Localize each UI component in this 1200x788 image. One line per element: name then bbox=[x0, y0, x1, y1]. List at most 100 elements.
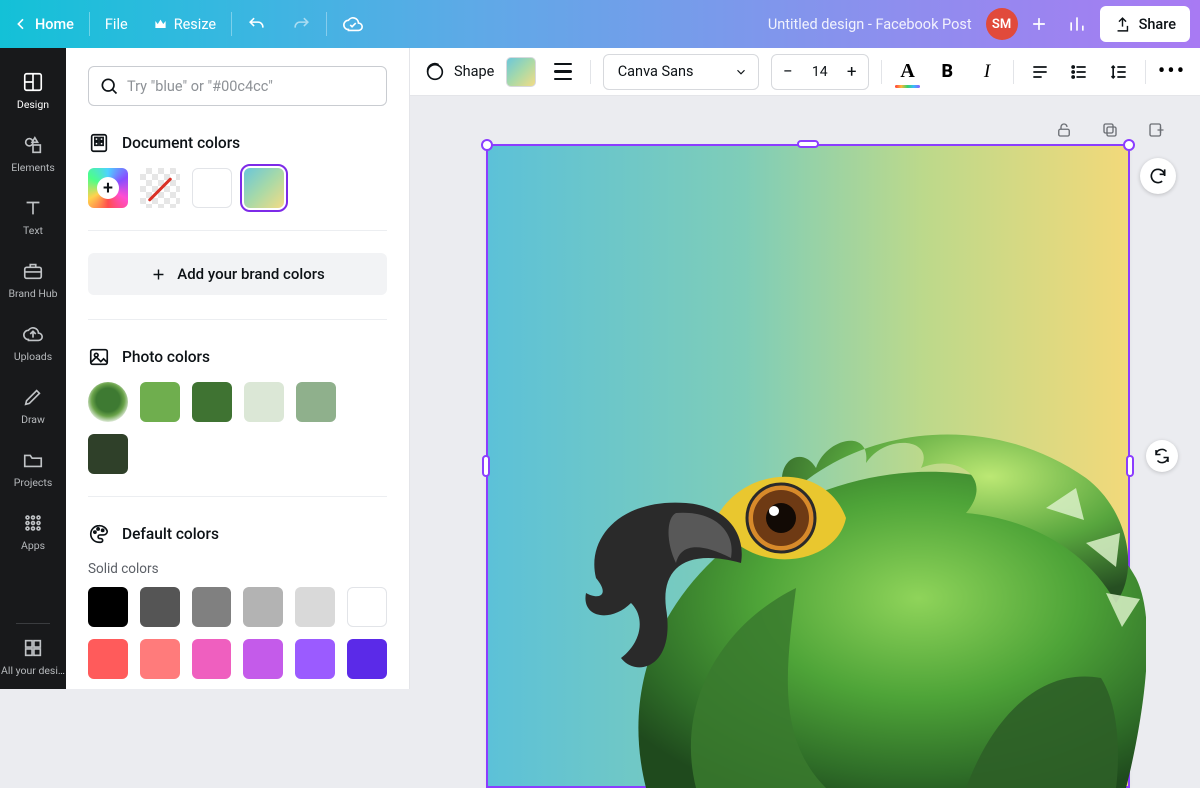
add-member-button[interactable] bbox=[1020, 5, 1058, 43]
home-button[interactable]: Home bbox=[0, 0, 87, 48]
lock-icon bbox=[1055, 121, 1073, 139]
swatch[interactable] bbox=[243, 639, 283, 679]
rail-apps[interactable]: Apps bbox=[0, 501, 66, 564]
rail-all-designs[interactable]: All your desi… bbox=[0, 626, 66, 689]
divider bbox=[590, 60, 591, 84]
divider bbox=[881, 60, 882, 84]
rail-draw[interactable]: Draw bbox=[0, 375, 66, 438]
pencil-icon bbox=[22, 386, 44, 408]
resize-handle-ne[interactable] bbox=[1123, 139, 1135, 151]
resize-handle-w[interactable] bbox=[482, 455, 490, 477]
section-default-colors: Default colors bbox=[88, 523, 387, 545]
avatar[interactable]: SM bbox=[986, 8, 1018, 40]
rail-elements[interactable]: Elements bbox=[0, 123, 66, 186]
swatch[interactable] bbox=[347, 587, 387, 627]
fill-color-swatch[interactable] bbox=[506, 57, 536, 87]
palette-board-icon bbox=[88, 132, 110, 154]
palette-icon bbox=[88, 523, 110, 545]
swatch[interactable] bbox=[243, 587, 283, 627]
upload-icon bbox=[1114, 16, 1131, 33]
photo-swatches-row bbox=[88, 382, 387, 474]
swatch-transparent[interactable] bbox=[140, 168, 180, 208]
color-search[interactable] bbox=[88, 66, 387, 106]
spacing-icon bbox=[1109, 62, 1129, 82]
cloud-status[interactable] bbox=[329, 0, 377, 48]
rail-text[interactable]: Text bbox=[0, 186, 66, 249]
chevron-left-icon bbox=[13, 16, 29, 32]
apps-icon bbox=[22, 512, 44, 534]
add-page-button[interactable] bbox=[1142, 116, 1170, 144]
chevron-down-icon bbox=[734, 65, 748, 79]
add-color-swatch[interactable]: + bbox=[88, 168, 128, 208]
swatch[interactable] bbox=[244, 382, 284, 422]
page-plus-icon bbox=[1147, 121, 1165, 139]
swatch[interactable] bbox=[192, 587, 232, 627]
document-name[interactable]: Untitled design - Facebook Post bbox=[768, 16, 986, 33]
divider bbox=[88, 230, 387, 231]
swatch-gradient[interactable] bbox=[244, 168, 284, 208]
align-button[interactable] bbox=[1026, 58, 1054, 86]
grid-icon bbox=[22, 637, 44, 659]
sync-button[interactable] bbox=[1146, 440, 1178, 472]
crown-icon bbox=[154, 18, 167, 31]
list-button[interactable] bbox=[1066, 58, 1094, 86]
divider bbox=[16, 623, 50, 624]
plus-icon: + bbox=[97, 177, 119, 199]
resize-handle-n[interactable] bbox=[797, 140, 819, 148]
rail-uploads[interactable]: Uploads bbox=[0, 312, 66, 375]
cloud-check-icon bbox=[342, 13, 364, 35]
decrease-button[interactable]: − bbox=[772, 62, 804, 82]
add-brand-colors-button[interactable]: Add your brand colors bbox=[88, 253, 387, 295]
border-style-button[interactable] bbox=[548, 57, 578, 87]
regenerate-button[interactable] bbox=[1140, 158, 1176, 194]
resize-menu[interactable]: Resize bbox=[141, 0, 229, 48]
photo-thumb[interactable] bbox=[88, 382, 128, 422]
swatch-white[interactable] bbox=[192, 168, 232, 208]
italic-button[interactable]: I bbox=[973, 58, 1001, 86]
font-size-value[interactable]: 14 bbox=[804, 64, 836, 80]
resize-handle-e[interactable] bbox=[1126, 455, 1134, 477]
swatch[interactable] bbox=[296, 382, 336, 422]
rail-brand-hub[interactable]: Brand Hub bbox=[0, 249, 66, 312]
swatch[interactable] bbox=[140, 639, 180, 679]
divider bbox=[1013, 60, 1014, 84]
more-button[interactable]: ••• bbox=[1158, 58, 1186, 86]
swatch[interactable] bbox=[88, 639, 128, 679]
rail-projects[interactable]: Projects bbox=[0, 438, 66, 501]
home-label: Home bbox=[35, 16, 74, 33]
bold-button[interactable]: B bbox=[933, 58, 961, 86]
file-menu[interactable]: File bbox=[92, 0, 141, 48]
swatch[interactable] bbox=[88, 434, 128, 474]
swatch[interactable] bbox=[192, 639, 232, 679]
divider bbox=[326, 12, 327, 36]
resize-handle-nw[interactable] bbox=[481, 139, 493, 151]
divider bbox=[231, 12, 232, 36]
text-color-button[interactable]: A bbox=[894, 58, 922, 86]
redo-button[interactable] bbox=[279, 0, 324, 48]
page-action-row bbox=[1050, 116, 1170, 144]
swatch[interactable] bbox=[347, 639, 387, 679]
swatch[interactable] bbox=[140, 587, 180, 627]
artboard[interactable] bbox=[488, 146, 1128, 786]
swatch[interactable] bbox=[295, 587, 335, 627]
divider bbox=[89, 12, 90, 36]
swatch[interactable] bbox=[192, 382, 232, 422]
copy-icon bbox=[1101, 121, 1119, 139]
analytics-button[interactable] bbox=[1058, 5, 1096, 43]
shape-button[interactable]: Shape bbox=[424, 61, 494, 83]
divider bbox=[88, 496, 387, 497]
font-dropdown[interactable]: Canva Sans bbox=[603, 54, 759, 90]
swatch[interactable] bbox=[295, 639, 335, 679]
increase-button[interactable]: + bbox=[836, 62, 868, 82]
lock-button[interactable] bbox=[1050, 116, 1078, 144]
spacing-button[interactable] bbox=[1105, 58, 1133, 86]
briefcase-icon bbox=[22, 260, 44, 282]
color-search-input[interactable] bbox=[127, 78, 376, 95]
swatch[interactable] bbox=[88, 587, 128, 627]
undo-button[interactable] bbox=[234, 0, 279, 48]
font-size-stepper[interactable]: − 14 + bbox=[771, 54, 869, 90]
rail-design[interactable]: Design bbox=[0, 60, 66, 123]
duplicate-page-button[interactable] bbox=[1096, 116, 1124, 144]
swatch[interactable] bbox=[140, 382, 180, 422]
share-button[interactable]: Share bbox=[1100, 6, 1190, 42]
